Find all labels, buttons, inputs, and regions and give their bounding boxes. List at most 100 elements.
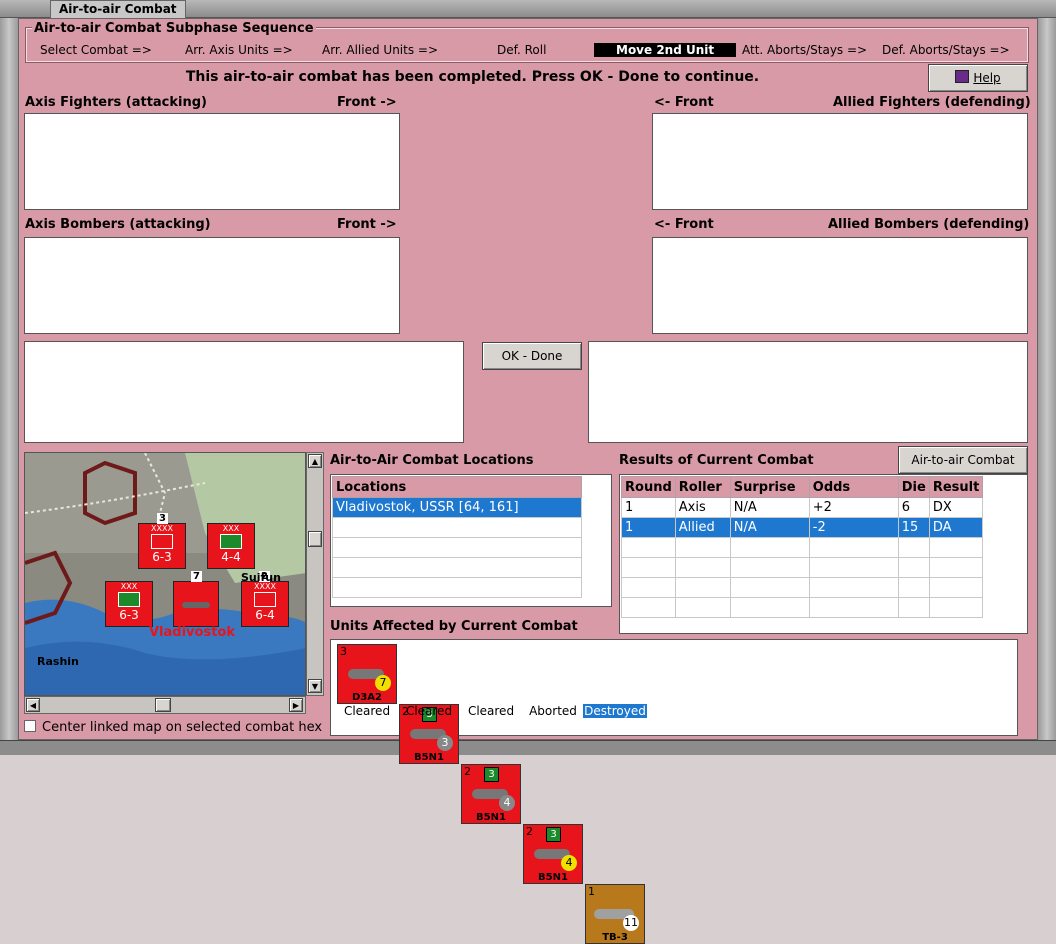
map-counter[interactable]: XXX 6-3	[105, 581, 153, 627]
window-titlebar[interactable]: Air-to-air Combat	[0, 0, 1056, 19]
unit-status: Aborted	[529, 704, 577, 718]
table-row[interactable]: 1 Axis N/A +2 6 DX	[621, 497, 984, 518]
map-counter[interactable]: XXX 4-4	[207, 523, 255, 569]
map-vertical-thumb[interactable]	[308, 531, 322, 547]
cell: N/A	[729, 517, 810, 538]
map-counter[interactable]: XXXX 6-3	[138, 523, 186, 569]
axis-bombers-box[interactable]	[24, 237, 400, 334]
counter-circle-value: 11	[623, 915, 639, 931]
unit-status: Destroyed	[583, 704, 647, 718]
step-att-aborts-stays: Att. Aborts/Stays =>	[742, 43, 868, 57]
axis-fighters-label: Axis Fighters (attacking)	[25, 95, 207, 110]
counter-name: TB-3	[602, 932, 628, 943]
window-frame-bottom	[0, 740, 1056, 755]
map-counter[interactable]: XXXX 6-4	[241, 581, 289, 627]
step-select-combat: Select Combat =>	[40, 43, 152, 57]
ok-done-button[interactable]: OK - Done	[482, 342, 582, 370]
col-round: Round	[621, 476, 676, 498]
center-linked-checkbox[interactable]	[24, 720, 36, 732]
location-row[interactable]: Vladivostok, USSR [64, 161]	[332, 497, 582, 518]
unit-counter[interactable]: 2 3 4 B5N1	[523, 824, 583, 884]
mini-map[interactable]: XXXX 6-3 XXX 4-4 XXX 6-3 XXXX 6-4 3 7 2 …	[24, 452, 306, 696]
empty-row	[332, 517, 582, 538]
counter-name: B5N1	[538, 872, 568, 883]
cell: 6	[897, 497, 930, 518]
mountain-icon	[220, 534, 242, 549]
counter-value: 4-4	[221, 550, 241, 564]
cell: 1	[621, 517, 676, 538]
cell: 1	[621, 497, 676, 518]
allied-bombers-label: Allied Bombers (defending)	[828, 217, 1030, 232]
allied-bombers-front-label: <- Front	[654, 217, 714, 232]
axis-fighters-box[interactable]	[24, 113, 400, 210]
unit-counter[interactable]: 2 3 4 B5N1	[461, 764, 521, 824]
locations-list[interactable]: Locations Vladivostok, USSR [64, 161]	[330, 474, 612, 607]
allied-fighters-label: Allied Fighters (defending)	[833, 95, 1031, 110]
results-panel: Round Roller Surprise Odds Die Result 1 …	[619, 474, 1028, 634]
help-button[interactable]: Help	[928, 64, 1028, 92]
axis-bombers-front-label: Front ->	[337, 217, 397, 232]
unit-counter[interactable]: 3 7 D3A2	[337, 644, 397, 704]
col-odds: Odds	[808, 476, 899, 498]
window-frame-right	[1038, 18, 1056, 740]
unit-status: Cleared	[405, 704, 453, 718]
book-icon	[955, 70, 970, 83]
map-horizontal-scrollbar[interactable]: ◀ ▶	[24, 696, 306, 714]
step-def-roll: Def. Roll	[497, 43, 547, 57]
infantry-icon	[151, 534, 173, 549]
counter-value: 6-3	[152, 550, 172, 564]
allied-fighters-box[interactable]	[652, 113, 1028, 210]
step-arr-allied-units: Arr. Allied Units =>	[322, 43, 439, 57]
axis-info-box	[24, 341, 464, 443]
scroll-up-icon[interactable]: ▲	[308, 454, 322, 468]
allied-info-box	[588, 341, 1028, 443]
unit-status: Cleared	[467, 704, 515, 718]
col-die: Die	[897, 476, 930, 498]
stack-number: 7	[191, 571, 202, 582]
results-title: Results of Current Combat	[619, 453, 814, 468]
window-frame-left	[0, 18, 18, 740]
cell: 15	[897, 517, 930, 538]
cell: DA	[928, 517, 984, 538]
step-move-2nd-unit: Move 2nd Unit	[594, 43, 737, 57]
counter-name: B5N1	[476, 812, 506, 823]
subphase-sequence-title: Air-to-air Combat Subphase Sequence	[32, 21, 316, 36]
counter-circle-value: 4	[499, 795, 515, 811]
axis-fighters-front-label: Front ->	[337, 95, 397, 110]
guard-icon	[118, 592, 140, 607]
unit-counter[interactable]: 1 11 TB-3	[585, 884, 645, 944]
map-air-stack[interactable]	[173, 581, 219, 627]
scroll-right-icon[interactable]: ▶	[289, 698, 303, 712]
map-horizontal-thumb[interactable]	[155, 698, 171, 712]
counter-left-value: 2	[526, 825, 533, 838]
col-roller: Roller	[674, 476, 731, 498]
locations-title: Air-to-Air Combat Locations	[330, 453, 534, 468]
combat-chart-button[interactable]: Air-to-air Combat Chart	[898, 446, 1028, 493]
col-surprise: Surprise	[729, 476, 810, 498]
allied-bombers-box[interactable]	[652, 237, 1028, 334]
map-label-vladivostok: Vladivostok	[149, 625, 235, 640]
map-vertical-scrollbar[interactable]: ▲ ▼	[306, 452, 324, 696]
counter-size: XXX	[120, 582, 138, 591]
counter-left-value: 2	[464, 765, 471, 778]
cell: +2	[808, 497, 899, 518]
counter-circle-value: 7	[375, 675, 391, 691]
map-label-rashin: Rashin	[37, 655, 79, 668]
empty-row	[332, 577, 582, 598]
scroll-down-icon[interactable]: ▼	[308, 679, 322, 693]
locations-header: Locations	[332, 476, 582, 498]
unit-status: Cleared	[343, 704, 391, 718]
counter-left-value: 1	[588, 885, 595, 898]
infantry-icon	[254, 592, 276, 607]
counter-value: 6-3	[119, 608, 139, 622]
counter-badge: 3	[484, 767, 499, 782]
center-linked-label: Center linked map on selected combat hex	[42, 720, 323, 735]
counter-circle-value: 3	[437, 735, 453, 751]
stack-number: 3	[157, 513, 168, 524]
allied-fighters-front-label: <- Front	[654, 95, 714, 110]
counter-size: XXX	[222, 524, 240, 533]
cell: N/A	[729, 497, 810, 518]
scroll-left-icon[interactable]: ◀	[26, 698, 40, 712]
table-row[interactable]: 1 Allied N/A -2 15 DA	[621, 517, 984, 538]
cell: Axis	[674, 497, 731, 518]
